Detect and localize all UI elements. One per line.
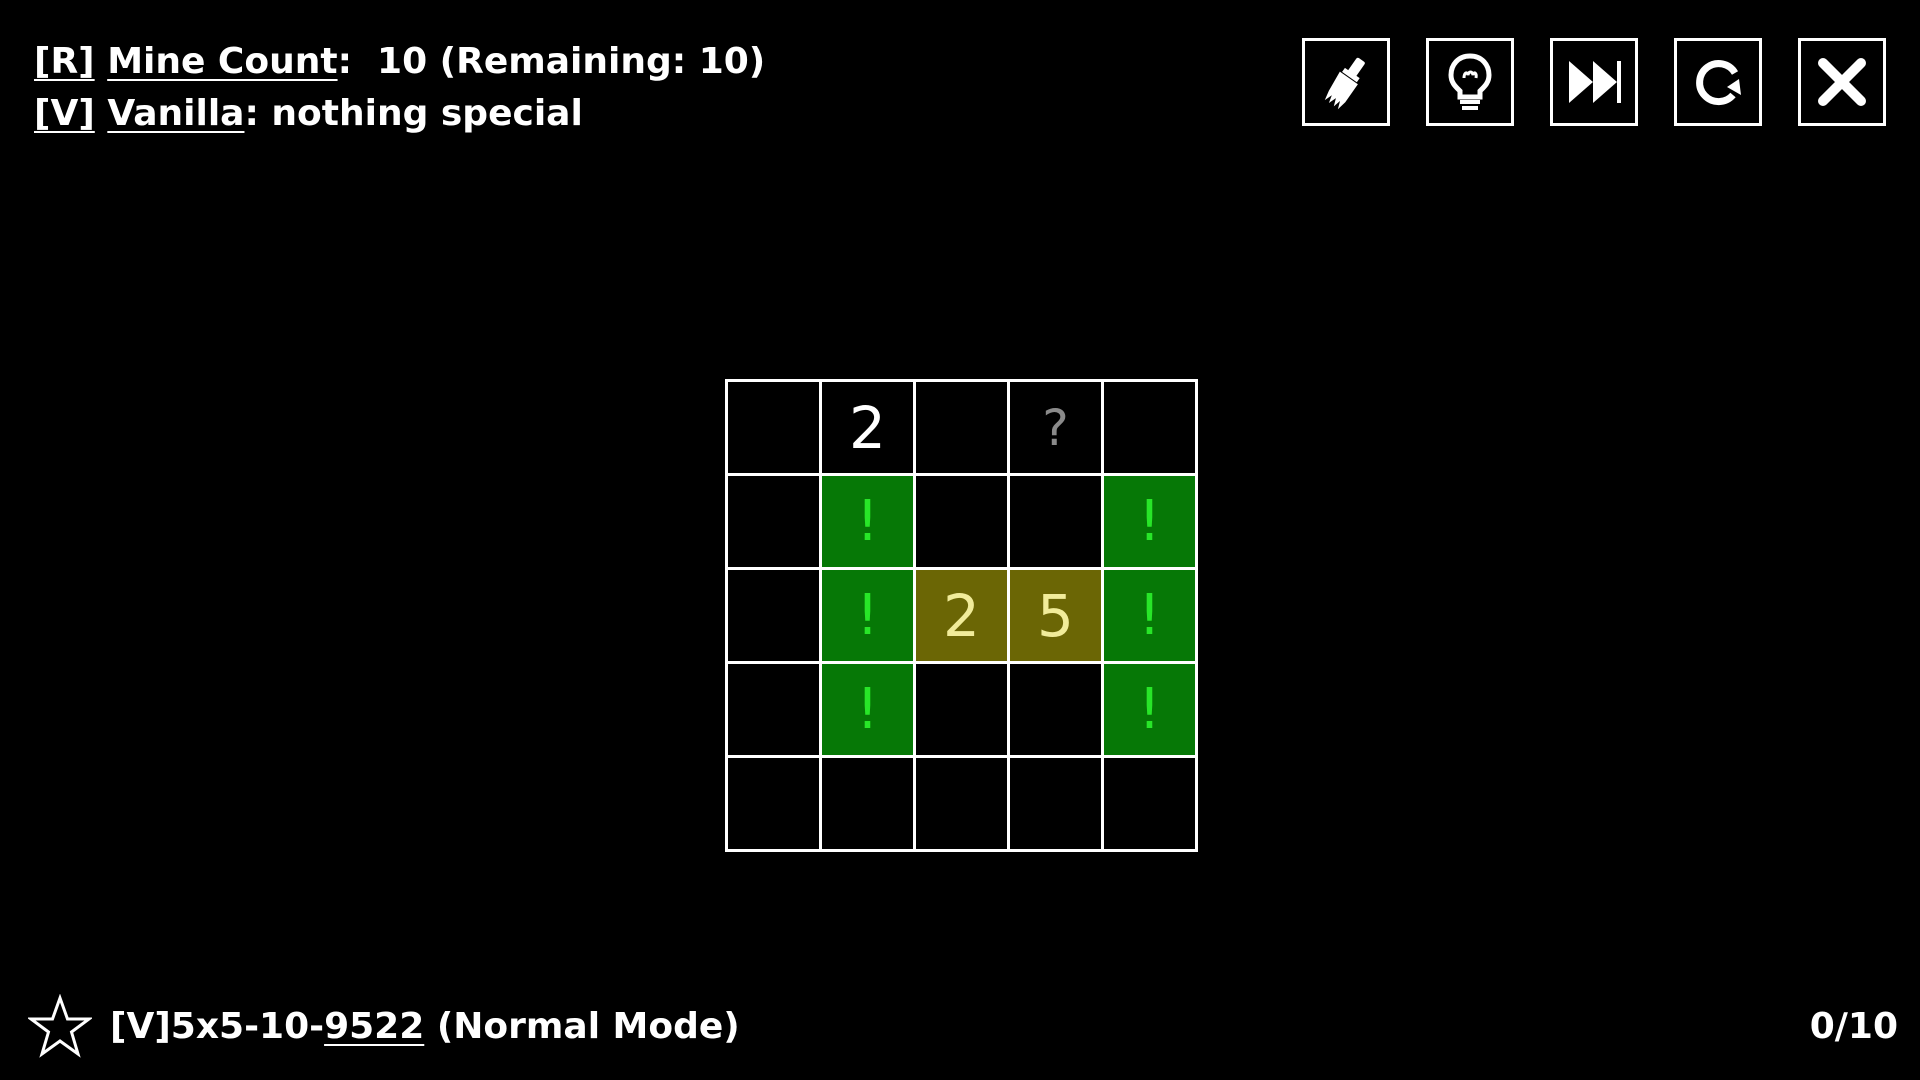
board-cell[interactable]: ! [822,664,916,758]
paintbrush-icon [1324,57,1365,110]
progress-counter: 0/10 [1809,1006,1898,1047]
hint-button[interactable] [1426,38,1514,126]
board-cell[interactable] [728,382,822,476]
restart-button[interactable] [1674,38,1762,126]
cell-number: 5 [1037,581,1074,650]
cell-number: 2 [849,393,886,462]
cell-number: 2 [943,581,980,650]
star-icon[interactable] [28,994,92,1058]
puzzle-seed[interactable]: 9522 [324,1006,424,1047]
lightbulb-icon [1448,53,1492,110]
rule-description: : 10 (Remaining: 10) [337,41,766,82]
rule-mine-count: [R] Mine Count: 10 (Remaining: 10) [34,36,765,88]
board-cell[interactable]: 5 [1010,570,1104,664]
board-cell[interactable] [1010,476,1104,570]
board-cell[interactable]: ! [1104,664,1198,758]
rule-tag[interactable]: [V] [34,93,95,134]
cell-mine-mark: ! [856,583,879,648]
board-cell[interactable] [728,664,822,758]
cell-mine-mark: ! [1138,489,1161,554]
board-cell[interactable] [728,570,822,664]
board-cell[interactable] [916,758,1010,852]
cell-mine-mark: ! [1138,583,1161,648]
toolbar [1302,38,1886,126]
board-cell[interactable]: ! [1104,570,1198,664]
board-cell[interactable] [822,758,916,852]
puzzle-info: [V]5x5-10-9522 (Normal Mode) [28,994,740,1058]
board-cell[interactable] [916,382,1010,476]
rule-description: : nothing special [244,93,583,134]
close-icon [1818,58,1866,106]
board-cell[interactable] [1104,758,1198,852]
puzzle-id-prefix: [V]5x5-10- [110,1005,325,1047]
board-cell[interactable]: ? [1010,382,1104,476]
board-cell[interactable]: 2 [822,382,916,476]
fast-forward-icon [1569,61,1621,103]
cell-mine-mark: ! [856,489,879,554]
board-cell[interactable]: ! [1104,476,1198,570]
board-cell[interactable] [728,476,822,570]
skip-button[interactable] [1550,38,1638,126]
board-cell[interactable] [1010,664,1104,758]
puzzle-id: [V]5x5-10-9522 (Normal Mode) [110,1006,740,1047]
rules-panel: [R] Mine Count: 10 (Remaining: 10) [V] V… [34,36,765,140]
rule-tag[interactable]: [R] [34,41,95,82]
board-cell[interactable] [916,664,1010,758]
board-cell[interactable]: 2 [916,570,1010,664]
board-cell[interactable] [1104,382,1198,476]
board-cell[interactable] [916,476,1010,570]
board-cell[interactable] [1010,758,1104,852]
board-cell[interactable]: ! [822,476,916,570]
restart-icon [1696,60,1741,106]
puzzle-mode: (Normal Mode) [424,1005,740,1047]
rule-name-link[interactable]: Mine Count [107,41,337,82]
close-button[interactable] [1798,38,1886,126]
cell-mine-mark: ! [856,677,879,742]
paint-button[interactable] [1302,38,1390,126]
board-cell[interactable] [728,758,822,852]
minesweeper-board: 2?!!! 2 5!!! [725,379,1198,852]
rule-vanilla: [V] Vanilla: nothing special [34,88,765,140]
board-cell[interactable]: ! [822,570,916,664]
rule-name-link[interactable]: Vanilla [107,93,244,134]
cell-mine-mark: ! [1138,677,1161,742]
cell-unknown-mark: ? [1042,398,1069,457]
